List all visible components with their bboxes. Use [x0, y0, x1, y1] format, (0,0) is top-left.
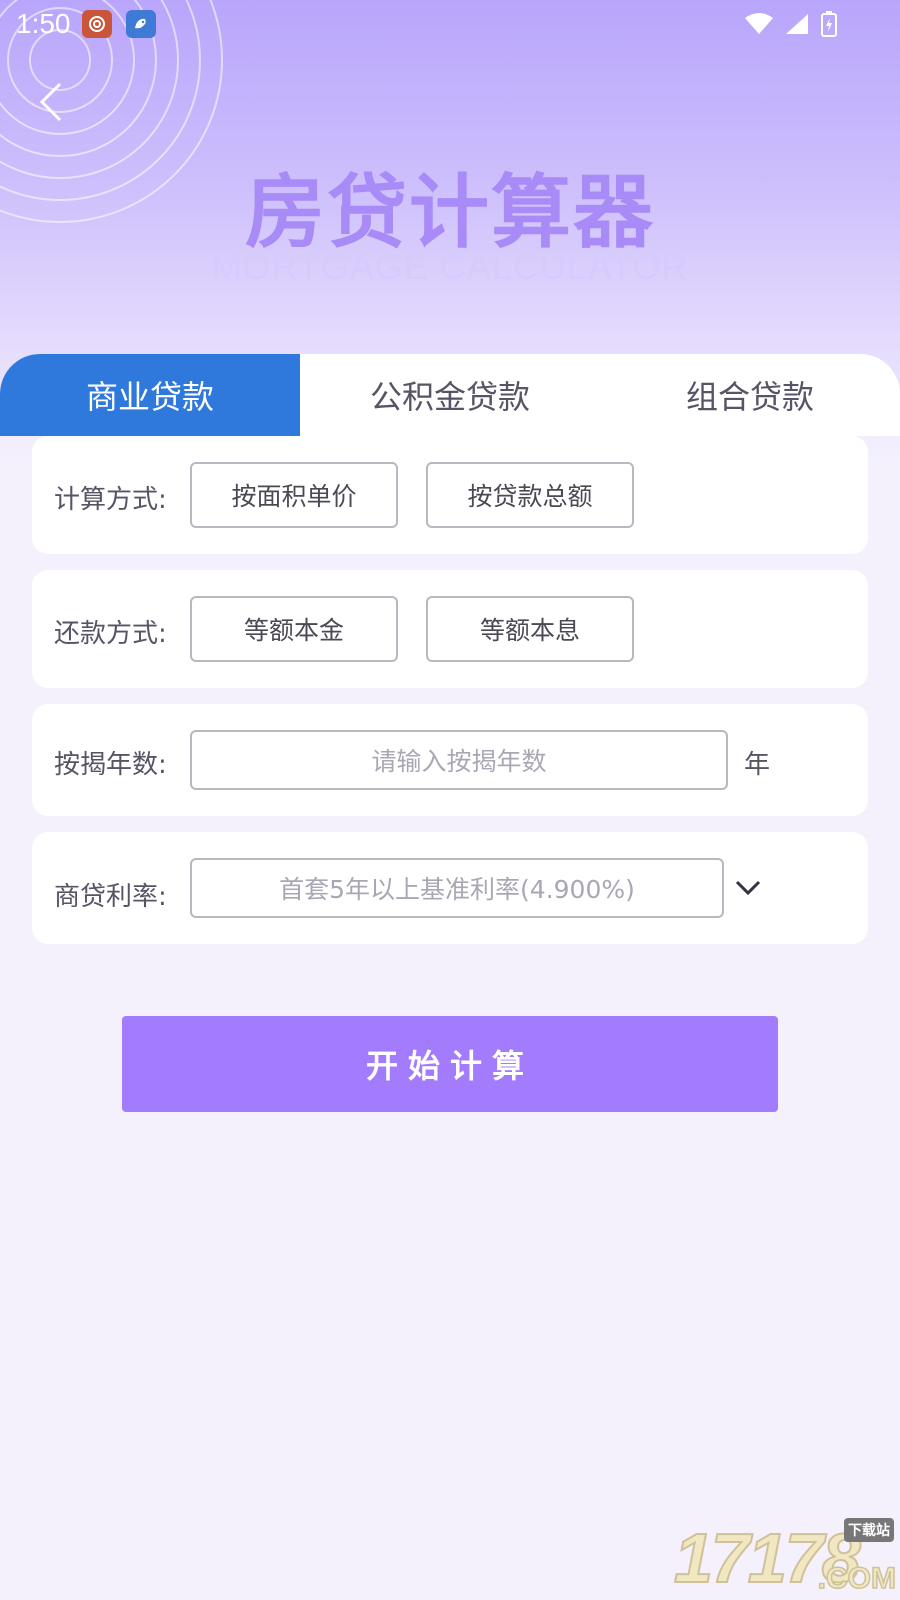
start-calculation-button[interactable]: 开始计算 — [122, 1016, 778, 1112]
chevron-left-icon — [39, 82, 62, 122]
battery-icon — [821, 11, 837, 37]
back-button[interactable] — [34, 80, 74, 124]
wifi-icon — [745, 13, 773, 34]
tab-provident-fund-loan[interactable]: 公积金贷款 — [300, 354, 600, 436]
loan-years-unit: 年 — [744, 750, 771, 780]
page-subtitle: MORTGAGE CALCULATOR — [211, 246, 689, 287]
status-time: 1:50 — [16, 8, 71, 39]
chevron-down-icon — [735, 880, 761, 896]
calc-method-card: 计算方式: 按面积单价 按贷款总额 — [32, 436, 868, 554]
tab-commercial-loan[interactable]: 商业贷款 — [0, 354, 300, 436]
notification-app-icon — [82, 10, 112, 38]
calc-method-label: 计算方式: — [54, 485, 167, 515]
loan-rate-label: 商贷利率: — [54, 882, 167, 912]
watermark-tag: 下载站 — [844, 1518, 894, 1542]
equal-principal-button[interactable]: 等额本金 — [190, 596, 398, 662]
loan-years-label: 按揭年数: — [54, 750, 167, 780]
by-area-price-button[interactable]: 按面积单价 — [190, 462, 398, 528]
tab-combined-loan[interactable]: 组合贷款 — [600, 354, 900, 436]
status-bar: 1:50 — [0, 0, 900, 50]
system-icons — [744, 10, 838, 38]
by-loan-total-button[interactable]: 按贷款总额 — [426, 462, 634, 528]
repay-method-label: 还款方式: — [54, 619, 167, 649]
rate-dropdown-toggle[interactable] — [732, 872, 764, 904]
site-watermark: 17178 下载站 .COM — [670, 1508, 900, 1600]
loan-years-input[interactable]: 请输入按揭年数 — [190, 730, 728, 790]
equal-installment-button[interactable]: 等额本息 — [426, 596, 634, 662]
loan-rate-card: 商贷利率: 首套5年以上基准利率(4.900%) — [32, 832, 868, 944]
loan-type-tabs: 商业贷款 公积金贷款 组合贷款 — [0, 354, 900, 436]
repay-method-card: 还款方式: 等额本金 等额本息 — [32, 570, 868, 688]
signal-icon — [786, 14, 808, 34]
loan-years-card: 按揭年数: 请输入按揭年数 年 — [32, 704, 868, 816]
watermark-suffix: .COM — [817, 1561, 897, 1596]
bird-app-icon — [126, 10, 156, 38]
loan-rate-select[interactable]: 首套5年以上基准利率(4.900%) — [190, 858, 724, 918]
